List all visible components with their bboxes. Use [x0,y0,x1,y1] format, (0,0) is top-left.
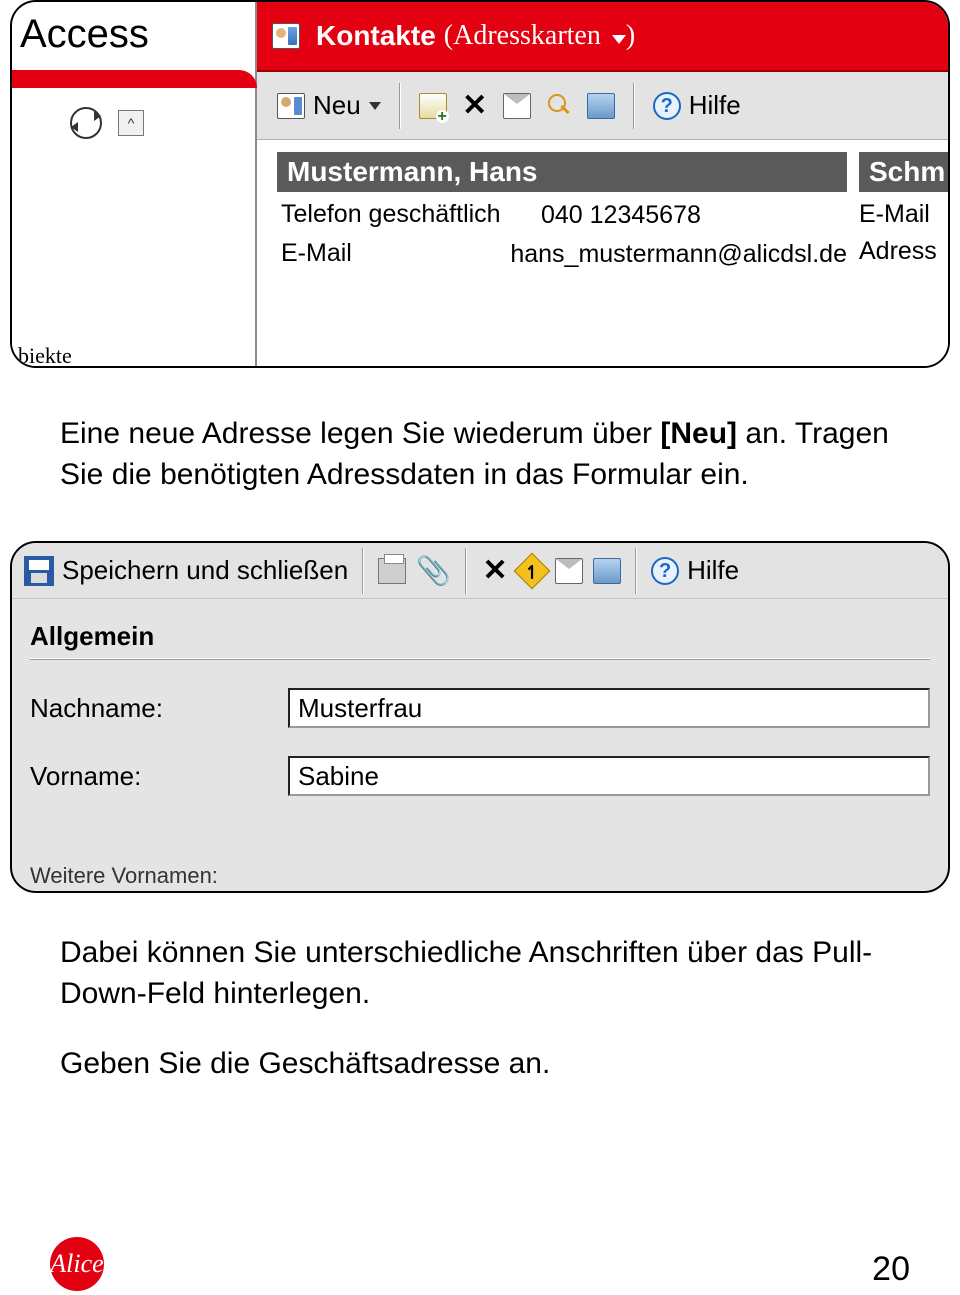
hilfe-button[interactable]: ? Hilfe [653,90,741,121]
vorname-label: Vorname: [30,761,280,792]
kontakte-title: Kontakte [316,20,436,52]
delete-icon[interactable]: ✕ [481,553,509,588]
email-value: hans_mustermann@alicdsl.de [510,239,847,270]
warning-icon[interactable]: ↿ [514,552,551,589]
address-book-icon[interactable] [593,558,621,584]
instruction-paragraph: Geben Sie die Geschäftsadresse an. [60,1044,900,1085]
truncated-label: Weitere Vornamen: [30,863,218,889]
phone-label: Telefon geschäftlich [281,200,541,231]
phone-value: 040 12345678 [541,200,847,231]
help-icon: ? [653,92,681,120]
nachname-input[interactable]: Musterfrau [288,688,930,728]
chevron-down-icon [369,102,381,110]
truncated-text: biekte [18,343,72,368]
address-label: Adress [859,237,948,266]
folder-add-icon[interactable] [419,93,447,119]
contact-name: Schm [859,152,948,192]
page-footer: Alice 20 [0,1235,960,1295]
email-label: E-Mail [281,239,510,270]
hilfe-button[interactable]: ? Hilfe [651,555,739,586]
contact-name: Mustermann, Hans [277,152,847,192]
instruction-paragraph: Dabei können Sie unterschiedliche Anschr… [60,933,900,1014]
access-panel: Access ^ biekte [12,2,257,368]
save-close-button[interactable]: Speichern und schließen [24,555,348,586]
edit-toolbar: Speichern und schließen 📎 ✕ ↿ ? Hilfe [12,543,948,599]
scroll-up-button[interactable]: ^ [118,110,144,136]
contact-card[interactable]: Schm E-Mail Adress [859,152,948,368]
search-icon[interactable] [545,93,573,119]
envelope-icon[interactable] [503,93,531,119]
nachname-label: Nachname: [30,693,280,724]
alice-logo: Alice [50,1237,104,1291]
new-contact-icon [277,93,305,119]
delete-icon[interactable]: ✕ [461,88,489,123]
attachment-icon[interactable]: 📎 [416,554,451,587]
page-number: 20 [872,1250,910,1289]
print-icon[interactable] [378,558,406,584]
email-label: E-Mail [859,200,948,229]
envelope-icon[interactable] [555,558,583,584]
screenshot-kontakte: Kontakte (Adresskarten ) Neu ✕ ? Hilfe M… [10,0,950,368]
screenshot-edit-contact: Speichern und schließen 📎 ✕ ↿ ? Hilfe Al… [10,541,950,893]
refresh-icon[interactable] [70,107,102,139]
access-title: Access [20,12,149,57]
contact-card[interactable]: Mustermann, Hans Telefon geschäftlich 04… [277,152,847,368]
instruction-paragraph: Eine neue Adresse legen Sie wiederum übe… [60,414,900,495]
view-selector[interactable]: (Adresskarten ) [444,20,635,52]
vorname-input[interactable]: Sabine [288,756,930,796]
address-book-icon[interactable] [587,93,615,119]
save-icon [24,556,54,586]
contact-card-icon [272,23,300,49]
tab-allgemein[interactable]: Allgemein [30,621,930,652]
neu-button[interactable]: Neu [277,90,381,121]
chevron-down-icon [612,35,626,44]
help-icon: ? [651,557,679,585]
